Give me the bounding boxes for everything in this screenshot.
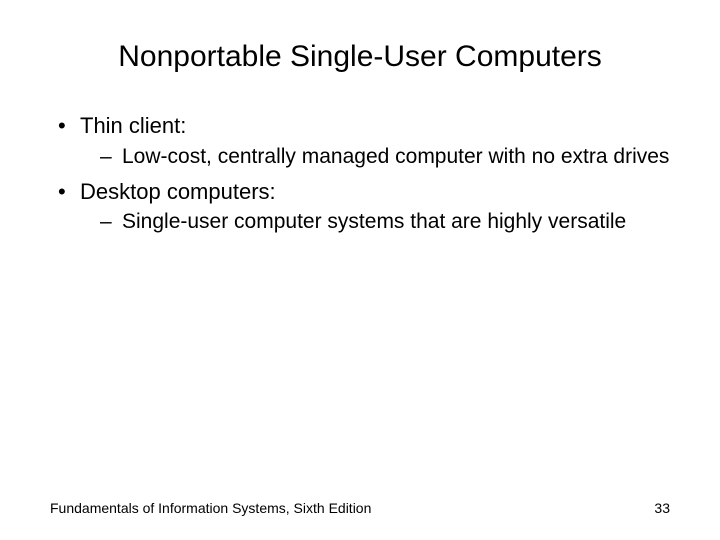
- sub-list-item: Low-cost, centrally managed computer wit…: [80, 144, 670, 170]
- slide-title: Nonportable Single-User Computers: [50, 40, 670, 74]
- list-item: Desktop computers: Single-user computer …: [54, 178, 670, 236]
- bullet-label: Thin client:: [80, 113, 186, 138]
- footer-source: Fundamentals of Information Systems, Six…: [50, 500, 371, 516]
- sub-list: Single-user computer systems that are hi…: [80, 209, 670, 235]
- list-item: Thin client: Low-cost, centrally managed…: [54, 112, 670, 170]
- slide: Nonportable Single-User Computers Thin c…: [0, 0, 720, 540]
- footer-page-number: 33: [654, 500, 670, 516]
- slide-content: Thin client: Low-cost, centrally managed…: [50, 112, 670, 236]
- bullet-list: Thin client: Low-cost, centrally managed…: [54, 112, 670, 236]
- sub-list-item: Single-user computer systems that are hi…: [80, 209, 670, 235]
- bullet-label: Desktop computers:: [80, 179, 276, 204]
- sub-list: Low-cost, centrally managed computer wit…: [80, 144, 670, 170]
- slide-footer: Fundamentals of Information Systems, Six…: [50, 500, 670, 516]
